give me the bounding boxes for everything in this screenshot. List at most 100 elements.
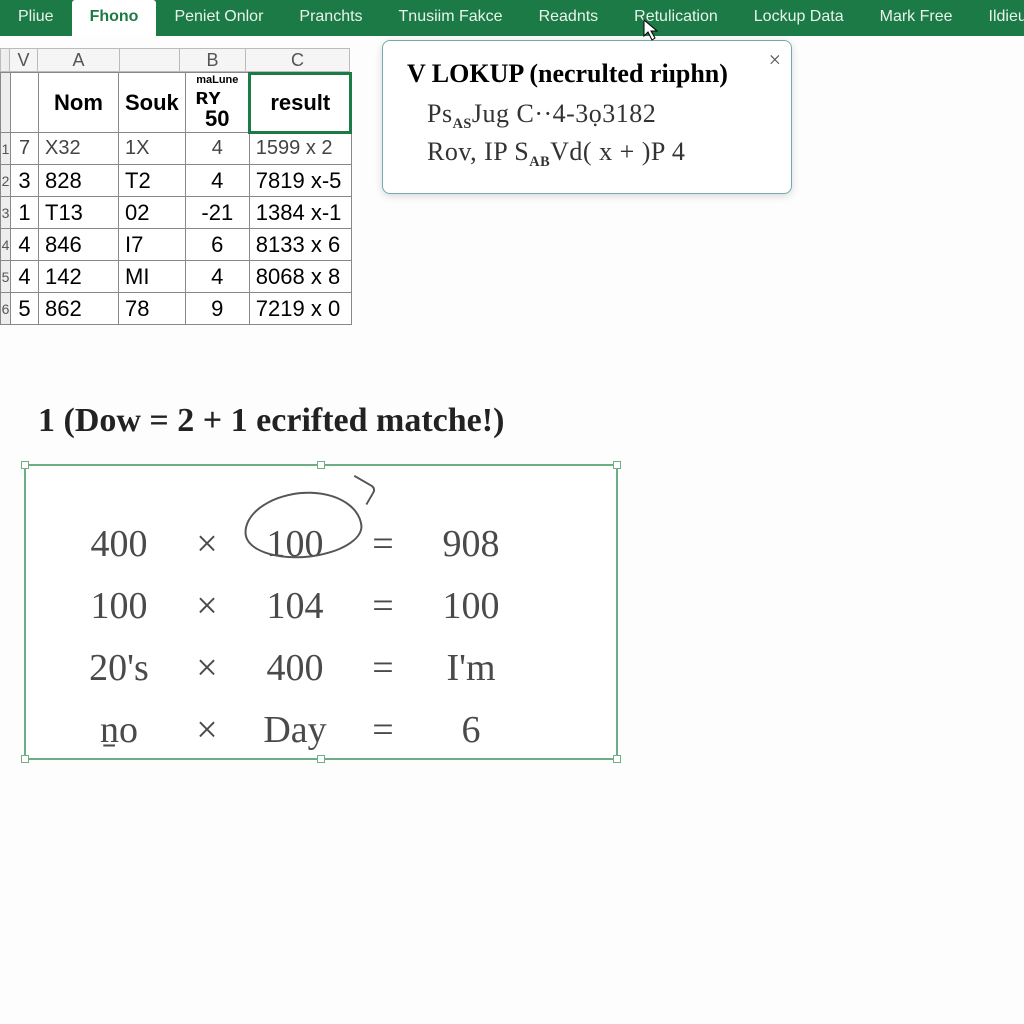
table-row[interactable]: 17X321X41599 x 2: [1, 133, 352, 165]
cell-index[interactable]: 7: [11, 133, 39, 165]
close-icon[interactable]: ×: [769, 47, 781, 73]
cell-result[interactable]: 7219 x 0: [249, 293, 351, 325]
tooltip-line2-sub: AB: [529, 154, 550, 170]
cell-index[interactable]: 4: [11, 261, 39, 293]
cell-nom[interactable]: 142: [39, 261, 119, 293]
tooltip-line1-b: Jug C··4-3ọ3182: [472, 99, 656, 128]
row-header[interactable]: 4: [1, 229, 11, 261]
cell-result[interactable]: 1599 x 2: [249, 133, 351, 165]
col-header-blank[interactable]: [120, 48, 180, 72]
cell-index[interactable]: 5: [11, 293, 39, 325]
resize-handle[interactable]: [613, 755, 621, 763]
cell-b[interactable]: 4: [185, 261, 249, 293]
resize-handle[interactable]: [21, 461, 29, 469]
header-nom: Nom: [39, 73, 119, 133]
cell-b[interactable]: 6: [185, 229, 249, 261]
table-row[interactable]: 44846I768133 x 6: [1, 229, 352, 261]
vlookup-tooltip: × V LOKUP (necrulted riıphn) PsASJug C··…: [382, 40, 792, 194]
resize-handle[interactable]: [317, 461, 325, 469]
column-header-strip: V A B C: [0, 48, 350, 72]
eq-equals: =: [348, 584, 418, 628]
header-result[interactable]: result: [249, 73, 351, 133]
col-header-C[interactable]: C: [246, 48, 350, 72]
tooltip-line1-sub: AS: [453, 116, 472, 132]
row-header[interactable]: 3: [1, 197, 11, 229]
select-all-corner[interactable]: [0, 48, 10, 72]
cell-nom[interactable]: X32: [39, 133, 119, 165]
eq-b: 104: [260, 584, 330, 628]
header-mini-right: 50: [205, 106, 229, 131]
cell-nom[interactable]: 862: [39, 293, 119, 325]
table-row[interactable]: 54142MI48068 x 8: [1, 261, 352, 293]
row-header[interactable]: 2: [1, 165, 11, 197]
cell-souk[interactable]: 1X: [119, 133, 186, 165]
ribbon-tab-readnts[interactable]: Readnts: [521, 0, 617, 36]
eq-b: 100: [260, 522, 330, 566]
ribbon-tab-peniet-onlor[interactable]: Peniet Onlor: [156, 0, 281, 36]
equation-row: 400×100=908: [84, 522, 506, 566]
section-heading: 1 (Dow = 2 + 1 ecrifted matche!): [38, 402, 504, 440]
table-row[interactable]: 31T1302-211384 x-1: [1, 197, 352, 229]
cell-index[interactable]: 4: [11, 229, 39, 261]
header-index: [11, 73, 39, 133]
cell-result[interactable]: 7819 x-5: [249, 165, 351, 197]
tooltip-title: V LOKUP (necrulted riıphn): [407, 59, 767, 89]
cell-souk[interactable]: I7: [119, 229, 186, 261]
ribbon-tab-retulication[interactable]: Retulication: [616, 0, 736, 36]
ribbon-tab-pranchts[interactable]: Pranchts: [281, 0, 380, 36]
col-header-B[interactable]: B: [180, 48, 246, 72]
table-row[interactable]: 658627897219 x 0: [1, 293, 352, 325]
ribbon-tab-mark-free[interactable]: Mark Free: [862, 0, 971, 36]
cell-b[interactable]: 4: [185, 133, 249, 165]
cell-souk[interactable]: 78: [119, 293, 186, 325]
cell-result[interactable]: 8068 x 8: [249, 261, 351, 293]
equation-table: 400×100=908100×104=10020's×400=I'mn̠o×Da…: [66, 504, 524, 770]
eq-r: 6: [436, 708, 506, 752]
cell-nom[interactable]: 846: [39, 229, 119, 261]
header-mini: maLune ʀʏ 50: [185, 73, 249, 133]
equation-row: 100×104=100: [84, 584, 506, 628]
eq-equals: =: [348, 708, 418, 752]
cell-nom[interactable]: T13: [39, 197, 119, 229]
cell-nom[interactable]: 828: [39, 165, 119, 197]
resize-handle[interactable]: [613, 461, 621, 469]
cell-result[interactable]: 8133 x 6: [249, 229, 351, 261]
cell-b[interactable]: 9: [185, 293, 249, 325]
eq-a: 100: [84, 584, 154, 628]
equation-textbox[interactable]: 400×100=908100×104=10020's×400=I'mn̠o×Da…: [24, 464, 618, 760]
eq-b: Day: [260, 708, 330, 752]
cell-souk[interactable]: T2: [119, 165, 186, 197]
row-header[interactable]: 6: [1, 293, 11, 325]
table-row[interactable]: 23828T247819 x-5: [1, 165, 352, 197]
cell-index[interactable]: 3: [11, 165, 39, 197]
cell-b[interactable]: 4: [185, 165, 249, 197]
eq-a: n̠o: [84, 708, 154, 752]
eq-op: ×: [172, 646, 242, 690]
eq-equals: =: [348, 522, 418, 566]
equation-row: 20's×400=I'm: [84, 646, 506, 690]
tooltip-line2-b: Vd( x + )P 4: [550, 137, 685, 166]
col-header-V[interactable]: V: [10, 48, 38, 72]
eq-b: 400: [260, 646, 330, 690]
equation-row: n̠o × Day = 6: [84, 708, 506, 752]
ribbon-tab-ildieulitis[interactable]: Ildieulitis: [971, 0, 1024, 36]
cell-b[interactable]: -21: [185, 197, 249, 229]
cell-souk[interactable]: 02: [119, 197, 186, 229]
ribbon-tab-pliue[interactable]: Pliue: [0, 0, 72, 36]
eq-op: ×: [172, 708, 242, 752]
row-header[interactable]: 5: [1, 261, 11, 293]
ribbon-tab-lockup-data[interactable]: Lockup Data: [736, 0, 862, 36]
tooltip-line2: Rov, IP SABVd( x + )P 4: [427, 137, 767, 171]
cell-result[interactable]: 1384 x-1: [249, 197, 351, 229]
ribbon-tab-fhono[interactable]: Fhono: [72, 0, 157, 36]
resize-handle[interactable]: [21, 755, 29, 763]
cell-index[interactable]: 1: [11, 197, 39, 229]
eq-a: 20's: [84, 646, 154, 690]
row-header-blank: [1, 73, 11, 133]
cell-souk[interactable]: MI: [119, 261, 186, 293]
ribbon-tab-tnusiim-fakce[interactable]: Tnusiim Fakce: [381, 0, 521, 36]
col-header-A[interactable]: A: [38, 48, 120, 72]
row-header[interactable]: 1: [1, 133, 11, 165]
worksheet-grid[interactable]: Nom Souk maLune ʀʏ 50 result 17X321X4159…: [0, 72, 352, 325]
eq-op: ×: [172, 522, 242, 566]
